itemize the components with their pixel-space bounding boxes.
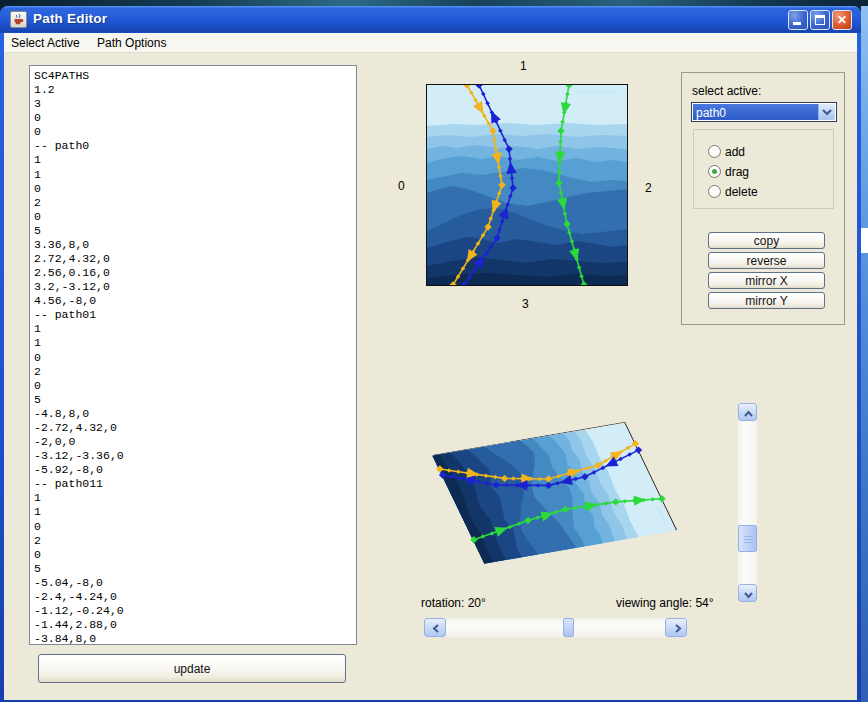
menu-bar: Select Active Path Options [4, 33, 857, 53]
path-text-area[interactable]: SC4PATHS 1.2 3 0 0 -- path0 1 1 0 2 0 5 … [29, 65, 357, 645]
content-area: SC4PATHS 1.2 3 0 0 -- path0 1 1 0 2 0 5 … [4, 53, 857, 700]
reverse-button[interactable]: reverse [708, 252, 825, 269]
scroll-left-button[interactable] [424, 618, 446, 637]
scroll-down-button[interactable] [738, 584, 757, 602]
minimize-button[interactable] [788, 10, 808, 30]
rotation-label: rotation: 20° [421, 596, 486, 610]
edge-label-left: 0 [398, 179, 405, 193]
viewing-angle-scrollbar-thumb[interactable] [738, 525, 757, 552]
scroll-right-button[interactable] [665, 618, 687, 637]
path-editor-window: Path Editor ✕ Select Active Path Options… [0, 6, 861, 702]
edge-label-top: 1 [520, 59, 527, 73]
arrow-up-icon [744, 410, 753, 418]
maximize-button[interactable] [810, 10, 830, 30]
scroll-up-button[interactable] [738, 403, 757, 421]
select-active-label: select active: [692, 84, 761, 98]
edge-label-bottom: 3 [522, 297, 529, 311]
arrow-right-icon [674, 624, 682, 633]
thumb-grip-icon [744, 536, 753, 537]
mirror-x-button[interactable]: mirror X [708, 272, 825, 289]
viewing-angle-scrollbar[interactable] [738, 403, 757, 602]
radio-circle [708, 145, 721, 158]
window-title: Path Editor [33, 11, 107, 26]
radio-circle [708, 165, 721, 178]
top-view-canvas[interactable] [426, 84, 628, 286]
combo-selected-value: path0 [693, 104, 818, 120]
background-window-edge [860, 228, 868, 253]
combo-dropdown-button[interactable] [818, 104, 835, 120]
menu-path-options[interactable]: Path Options [90, 33, 173, 53]
desktop-background-right [861, 6, 868, 702]
menu-select-active[interactable]: Select Active [4, 33, 87, 53]
edge-label-right: 2 [645, 181, 652, 195]
java-app-icon [10, 11, 27, 28]
mirror-y-button[interactable]: mirror Y [708, 292, 825, 309]
maximize-icon [815, 15, 825, 25]
copy-button[interactable]: copy [708, 232, 825, 249]
path-tools-panel: select active: path0 add drag dele [681, 72, 845, 325]
rotation-scrollbar-thumb[interactable] [563, 618, 574, 637]
perspective-view-canvas[interactable] [433, 422, 677, 563]
chevron-down-icon [822, 109, 832, 117]
minimize-icon [793, 22, 801, 25]
title-bar[interactable]: Path Editor ✕ [0, 6, 861, 33]
rotation-scrollbar[interactable] [424, 618, 687, 637]
close-button[interactable]: ✕ [832, 10, 852, 30]
close-icon: ✕ [833, 13, 851, 27]
update-button[interactable]: update [38, 654, 346, 683]
mode-groupbox: add drag delete [693, 129, 834, 209]
radio-circle [708, 185, 721, 198]
select-active-combo[interactable]: path0 [691, 102, 837, 122]
arrow-down-icon [744, 591, 753, 599]
viewing-angle-label: viewing angle: 54° [616, 596, 714, 610]
arrow-left-icon [432, 624, 440, 633]
